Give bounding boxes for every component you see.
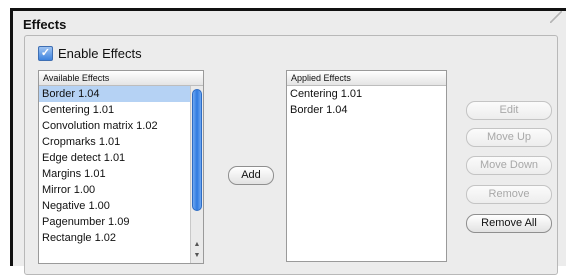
available-item[interactable]: Convolution matrix 1.02: [39, 118, 203, 134]
panel-title: Effects: [23, 17, 67, 32]
available-item[interactable]: Rectangle 1.02: [39, 230, 203, 246]
available-item[interactable]: Cropmarks 1.01: [39, 134, 203, 150]
effects-group-box: ✓ Enable Effects Available Effects Borde…: [24, 35, 558, 275]
remove-all-button[interactable]: Remove All: [466, 214, 552, 233]
available-item[interactable]: Negative 1.00: [39, 198, 203, 214]
available-item[interactable]: Centering 1.01: [39, 102, 203, 118]
enable-effects-checkbox[interactable]: ✓: [38, 46, 53, 61]
available-items: Border 1.04 Centering 1.01 Convolution m…: [39, 86, 203, 246]
resize-grip[interactable]: [550, 11, 562, 23]
enable-effects-label: Enable Effects: [58, 46, 142, 61]
applied-effects-header: Applied Effects: [287, 71, 446, 86]
available-item[interactable]: Edge detect 1.01: [39, 150, 203, 166]
remove-button[interactable]: Remove: [466, 185, 552, 204]
enable-effects-checkbox-row[interactable]: ✓ Enable Effects: [38, 46, 142, 61]
available-item[interactable]: Border 1.04: [39, 86, 203, 102]
scroll-up-arrow-icon[interactable]: ▲: [192, 240, 202, 250]
applied-item[interactable]: Border 1.04: [287, 102, 446, 118]
applied-item[interactable]: Centering 1.01: [287, 86, 446, 102]
scroll-down-arrow-icon[interactable]: ▼: [192, 251, 202, 261]
edit-button[interactable]: Edit: [466, 101, 552, 120]
available-effects-header: Available Effects: [39, 71, 203, 86]
applied-effects-list[interactable]: Applied Effects Centering 1.01 Border 1.…: [286, 70, 447, 262]
available-item[interactable]: Margins 1.01: [39, 166, 203, 182]
scroll-thumb[interactable]: [192, 89, 202, 211]
add-button[interactable]: Add: [228, 166, 274, 185]
move-up-button[interactable]: Move Up: [466, 128, 552, 147]
available-effects-list[interactable]: Available Effects Border 1.04 Centering …: [38, 70, 204, 264]
available-list-scrollbar[interactable]: ▲ ▼: [190, 86, 203, 263]
move-down-button[interactable]: Move Down: [466, 156, 552, 175]
available-item[interactable]: Pagenumber 1.09: [39, 214, 203, 230]
available-item[interactable]: Mirror 1.00: [39, 182, 203, 198]
effects-window: Effects ✓ Enable Effects Available Effec…: [10, 8, 566, 275]
